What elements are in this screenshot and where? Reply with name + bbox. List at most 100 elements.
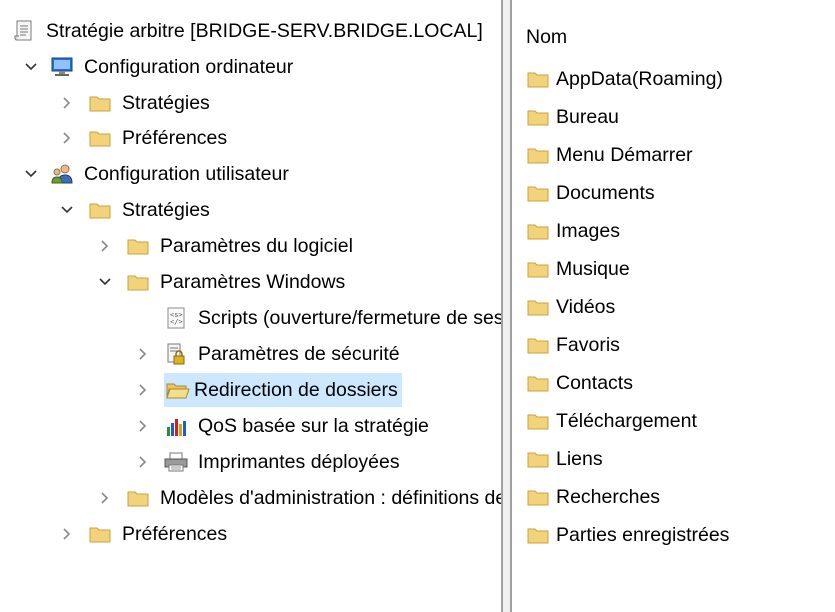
folder-icon xyxy=(526,333,550,357)
folder-icon xyxy=(526,219,550,243)
chevron-right-icon[interactable] xyxy=(136,347,150,361)
list-item-label: Liens xyxy=(556,447,603,470)
folder-icon xyxy=(126,486,150,510)
tree-pane: Stratégie arbitre [BRIDGE-SERV.BRIDGE.LO… xyxy=(0,0,501,612)
list-item[interactable]: Recherches xyxy=(526,480,660,514)
tree-item-scripts[interactable]: <s> </> Scripts (ouverture/fermeture de … xyxy=(164,301,501,335)
list-item-label: Images xyxy=(556,219,620,242)
list-item[interactable]: Liens xyxy=(526,442,603,476)
tree-item-label: Configuration ordinateur xyxy=(84,56,294,78)
list-pane: Nom AppData(Roaming) Bureau Menu Démarre… xyxy=(512,0,835,612)
folder-icon xyxy=(88,126,112,150)
list-item[interactable]: Images xyxy=(526,214,620,248)
tree-item-label: Stratégie arbitre [BRIDGE-SERV.BRIDGE.LO… xyxy=(46,20,483,42)
tree-item-security-settings[interactable]: Paramètres de sécurité xyxy=(136,337,404,371)
tree-item-computer-strategies[interactable]: Stratégies xyxy=(60,86,214,120)
tree-item-deployed-printers[interactable]: Imprimantes déployées xyxy=(136,445,404,479)
list-item[interactable]: Menu Démarrer xyxy=(526,138,693,172)
list-item-label: Téléchargement xyxy=(556,409,697,432)
tree-item-label: Imprimantes déployées xyxy=(198,451,400,473)
list-item-label: Favoris xyxy=(556,333,620,356)
list-item[interactable]: AppData(Roaming) xyxy=(526,62,723,96)
list-item-label: Documents xyxy=(556,181,655,204)
tree-item-label: Préférences xyxy=(122,523,228,545)
list-item[interactable]: Favoris xyxy=(526,328,620,362)
list-item[interactable]: Musique xyxy=(526,252,630,286)
tree-item-computer-preferences[interactable]: Préférences xyxy=(60,121,231,155)
tree-item-label: Scripts (ouverture/fermeture de session) xyxy=(198,307,501,329)
folder-icon xyxy=(526,371,550,395)
chevron-right-icon[interactable] xyxy=(136,383,150,397)
list-item[interactable]: Contacts xyxy=(526,366,633,400)
tree-item-label: Modèles d'administration : définitions d… xyxy=(160,487,501,509)
computer-icon xyxy=(50,55,74,79)
folder-icon xyxy=(88,522,112,546)
tree-item-user-strategies[interactable]: Stratégies xyxy=(60,193,214,227)
chevron-right-icon[interactable] xyxy=(136,419,150,433)
tree-item-label: Redirection de dossiers xyxy=(194,379,398,401)
list-item-label: Bureau xyxy=(556,105,619,128)
folder-icon xyxy=(126,270,150,294)
selected-item-highlight: Redirection de dossiers xyxy=(164,373,402,407)
tree-item-admin-templates[interactable]: Modèles d'administration : définitions d… xyxy=(98,481,501,515)
tree-item-label: Paramètres Windows xyxy=(160,271,346,293)
chevron-down-icon[interactable] xyxy=(98,275,112,289)
printer-icon xyxy=(164,450,188,474)
tree-item-label: Préférences xyxy=(122,127,228,149)
tree-item-label: QoS basée sur la stratégie xyxy=(198,415,429,437)
folder-icon xyxy=(526,485,550,509)
chevron-down-icon[interactable] xyxy=(60,203,74,217)
tree-item-windows-settings[interactable]: Paramètres Windows xyxy=(98,265,349,299)
folder-icon xyxy=(526,181,550,205)
folder-icon xyxy=(526,295,550,319)
chevron-right-icon[interactable] xyxy=(60,527,74,541)
tree-item-label: Paramètres de sécurité xyxy=(198,343,400,365)
open-folder-icon xyxy=(166,378,190,402)
users-icon xyxy=(50,162,74,186)
chevron-right-icon[interactable] xyxy=(60,96,74,110)
tree-item-user-preferences[interactable]: Préférences xyxy=(60,517,231,551)
folder-icon xyxy=(88,91,112,115)
tree-item-label: Configuration utilisateur xyxy=(84,163,289,185)
bar-chart-icon xyxy=(164,414,188,438)
tree-item-label: Stratégies xyxy=(122,199,210,221)
list-item[interactable]: Bureau xyxy=(526,100,619,134)
folder-icon xyxy=(526,143,550,167)
tree-item-label: Paramètres du logiciel xyxy=(160,235,353,257)
chevron-down-icon[interactable] xyxy=(24,60,38,74)
chevron-right-icon[interactable] xyxy=(60,131,74,145)
folder-icon xyxy=(526,105,550,129)
folder-icon xyxy=(526,447,550,471)
tree-item-user-config[interactable]: Configuration utilisateur xyxy=(24,157,293,191)
list-item-label: AppData(Roaming) xyxy=(556,67,723,90)
tree-item-computer-config[interactable]: Configuration ordinateur xyxy=(24,50,297,84)
chevron-right-icon[interactable] xyxy=(98,491,112,505)
list-item[interactable]: Téléchargement xyxy=(526,404,697,438)
folder-icon xyxy=(526,523,550,547)
script-icon: <s> </> xyxy=(164,306,188,330)
chevron-down-icon[interactable] xyxy=(24,167,38,181)
svg-text:</>: </> xyxy=(170,318,183,326)
policy-document-icon xyxy=(12,19,36,43)
column-header-name[interactable]: Nom xyxy=(526,20,567,54)
folder-icon xyxy=(126,234,150,258)
list-item[interactable]: Documents xyxy=(526,176,655,210)
list-item[interactable]: Vidéos xyxy=(526,290,615,324)
folder-icon xyxy=(88,198,112,222)
list-item-label: Recherches xyxy=(556,485,661,508)
list-item-label: Menu Démarrer xyxy=(556,143,693,166)
tree-item-folder-redirection[interactable]: Redirection de dossiers xyxy=(136,373,402,407)
tree-item-qos[interactable]: QoS basée sur la stratégie xyxy=(136,409,433,443)
list-item-label: Musique xyxy=(556,257,630,280)
pane-splitter[interactable] xyxy=(501,0,512,612)
tree-item-software-settings[interactable]: Paramètres du logiciel xyxy=(98,229,357,263)
tree-item-root[interactable]: Stratégie arbitre [BRIDGE-SERV.BRIDGE.LO… xyxy=(12,14,487,48)
list-item[interactable]: Parties enregistrées xyxy=(526,518,729,552)
folder-icon xyxy=(526,67,550,91)
chevron-right-icon[interactable] xyxy=(98,239,112,253)
list-item-label: Vidéos xyxy=(556,295,616,318)
tree-item-label: Stratégies xyxy=(122,92,210,114)
folder-icon xyxy=(526,257,550,281)
security-lock-icon xyxy=(164,342,188,366)
chevron-right-icon[interactable] xyxy=(136,455,150,469)
